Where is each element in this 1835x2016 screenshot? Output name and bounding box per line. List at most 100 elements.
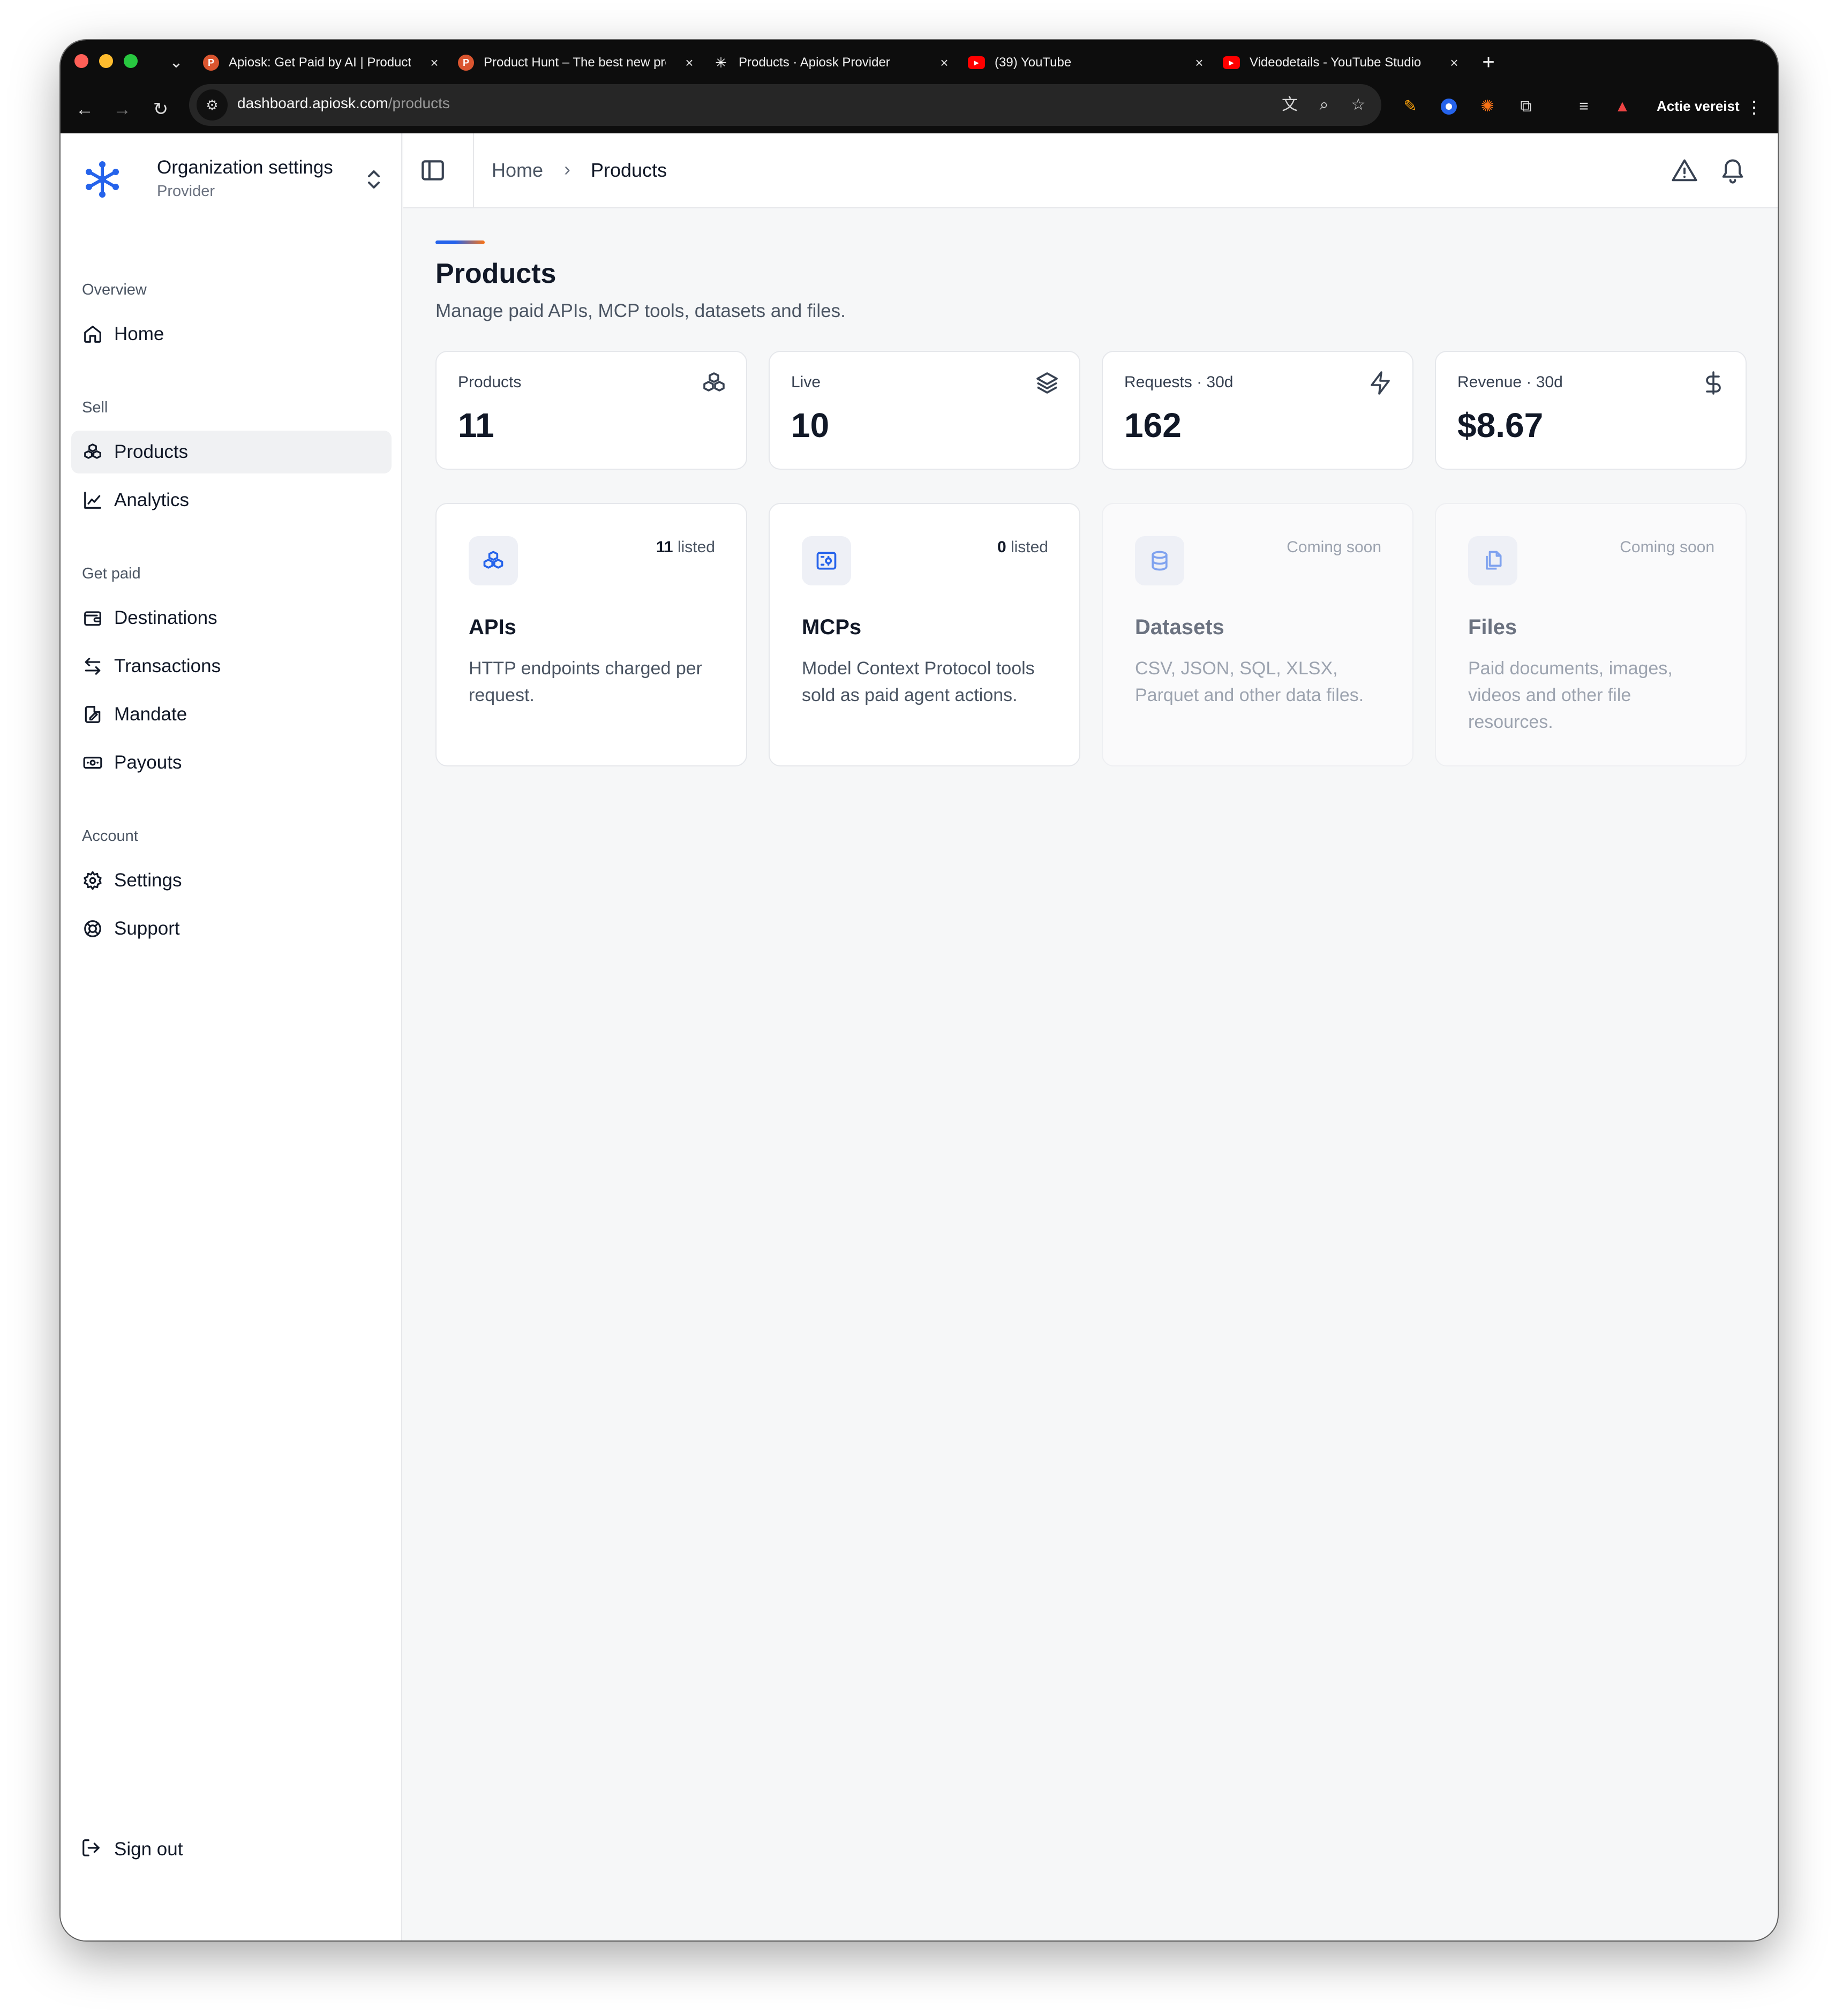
sidebar-item-analytics[interactable]: Analytics [71, 479, 392, 522]
sidebar-item-destinations[interactable]: Destinations [71, 597, 392, 640]
bookmark-star-icon[interactable]: ☆ [1345, 92, 1372, 118]
tab-close-icon[interactable]: × [680, 53, 699, 72]
tab-close-icon[interactable]: × [935, 53, 954, 72]
mcp-server-icon [802, 536, 851, 585]
pen-extension-icon[interactable]: ✎ [1398, 95, 1422, 118]
sidebar-item-label: Home [114, 324, 164, 344]
reload-icon[interactable]: ↻ [147, 96, 174, 123]
tab-bar: ⌄ P Apiosk: Get Paid by AI | Product Hun… [61, 40, 1778, 85]
home-icon [81, 322, 104, 346]
tab-close-icon[interactable]: × [1445, 53, 1464, 72]
media-control-icon[interactable]: ≡ [1572, 95, 1596, 118]
sidebar-item-payouts[interactable]: Payouts [71, 741, 392, 784]
stat-card-requests: Requests · 30d 162 [1102, 351, 1413, 470]
page-title: Products [435, 258, 556, 289]
tab-label: Videodetails - YouTube Studio [1250, 55, 1422, 70]
sidebar-item-home[interactable]: Home [71, 313, 392, 356]
arrows-left-right-icon [81, 655, 104, 678]
stat-card-live: Live 10 [769, 351, 1080, 470]
translate-icon[interactable]: 文 [1276, 92, 1303, 118]
category-description: Paid documents, images, videos and other… [1468, 658, 1673, 732]
top-header: Home › Products [403, 133, 1778, 208]
sidebar-item-transactions[interactable]: Transactions [71, 645, 392, 688]
window-controls [74, 54, 138, 68]
extensions-puzzle-icon[interactable]: ⧉ [1514, 95, 1538, 118]
stat-value: 162 [1124, 406, 1182, 445]
category-description: Model Context Protocol tools sold as pai… [802, 658, 1035, 705]
category-card-apis[interactable]: 11 listed APIs HTTP endpoints charged pe… [435, 503, 747, 766]
main-content: Products Manage paid APIs, MCP tools, da… [403, 209, 1778, 1940]
title-accent-bar [435, 240, 485, 244]
tab-search-button[interactable]: ⌄ [163, 50, 189, 76]
warning-triangle-icon[interactable] [1671, 157, 1698, 185]
sign-out-button[interactable]: Sign out [71, 1828, 392, 1871]
forward-arrow-icon[interactable]: → [109, 96, 136, 123]
url-host: dashboard.apiosk.com [237, 95, 388, 111]
browser-tab[interactable]: ▶ (39) YouTube × [968, 47, 1209, 79]
wallet-icon [81, 606, 104, 630]
gear-icon [81, 869, 104, 892]
stat-label: Live [791, 373, 821, 391]
profile-action-required[interactable]: Actie vereist [1657, 98, 1740, 115]
boxes-icon [701, 370, 727, 396]
browser-chrome: ⌄ P Apiosk: Get Paid by AI | Product Hun… [61, 40, 1778, 133]
minimize-window-button[interactable] [99, 54, 113, 68]
sidebar-toggle-icon[interactable] [419, 157, 446, 184]
stat-label: Products [458, 373, 522, 391]
youtube-icon: ▶ [1223, 56, 1240, 69]
coming-soon-badge: Coming soon [1620, 538, 1714, 556]
maximize-window-button[interactable] [124, 54, 138, 68]
sidebar-item-label: Products [114, 441, 189, 462]
coming-soon-badge: Coming soon [1287, 538, 1381, 556]
listed-count-suffix: listed [1006, 538, 1048, 556]
log-out-icon [81, 1838, 104, 1861]
url-path: /products [388, 95, 450, 111]
browser-tab[interactable]: P Apiosk: Get Paid by AI | Product Hunt … [203, 47, 444, 79]
browser-menu-icon[interactable]: ⋮ [1746, 94, 1763, 121]
youtube-icon: ▶ [968, 56, 985, 69]
browser-tab-active[interactable]: ✳ Products · Apiosk Provider × [713, 47, 954, 79]
category-title: MCPs [802, 615, 862, 639]
dollar-icon [1701, 370, 1726, 396]
bell-icon[interactable] [1719, 157, 1747, 185]
flame-extension-icon[interactable]: ▲ [1611, 95, 1634, 118]
category-card-datasets: Coming soon Datasets CSV, JSON, SQL, XLS… [1102, 503, 1413, 766]
circle-extension-icon[interactable] [1437, 95, 1461, 118]
chevrons-up-down-icon[interactable] [360, 164, 387, 194]
sidebar-item-products[interactable]: Products [71, 431, 392, 473]
zoom-icon[interactable]: ⌕ [1311, 92, 1337, 118]
site-info-icon[interactable]: ⚙ [197, 89, 228, 121]
page-description: Manage paid APIs, MCP tools, datasets an… [435, 300, 846, 321]
file-signature-icon [81, 703, 104, 726]
stat-card-products: Products 11 [435, 351, 747, 470]
stat-value: $8.67 [1457, 406, 1544, 445]
stat-card-revenue: Revenue · 30d $8.67 [1435, 351, 1747, 470]
tab-close-icon[interactable]: × [425, 53, 444, 72]
category-title: Datasets [1135, 615, 1224, 639]
browser-tab[interactable]: P Product Hunt – The best new products × [458, 47, 699, 79]
tab-label: Apiosk: Get Paid by AI | Product Hunt [229, 55, 411, 70]
stat-value: 11 [458, 406, 494, 445]
listed-count-value: 11 [656, 538, 673, 556]
section-sell: Sell [82, 399, 108, 416]
zap-icon [1367, 370, 1393, 396]
life-buoy-icon [81, 917, 104, 941]
sidebar-item-mandate[interactable]: Mandate [71, 693, 392, 736]
tab-close-icon[interactable]: × [1190, 53, 1209, 72]
listed-count: 11 listed [656, 538, 715, 556]
close-window-button[interactable] [74, 54, 88, 68]
breadcrumb-home[interactable]: Home [492, 159, 543, 182]
new-tab-button[interactable]: + [1475, 49, 1502, 77]
browser-tab[interactable]: ▶ Videodetails - YouTube Studio × [1223, 47, 1464, 79]
back-arrow-icon[interactable]: ← [71, 96, 98, 123]
url-text[interactable]: dashboard.apiosk.com/products [237, 95, 450, 112]
sidebar-item-support[interactable]: Support [71, 907, 392, 950]
category-card-mcps[interactable]: 0 listed MCPs Model Context Protocol too… [769, 503, 1080, 766]
category-title: Files [1468, 615, 1517, 639]
sidebar-item-settings[interactable]: Settings [71, 859, 392, 902]
tab-label: (39) YouTube [995, 55, 1072, 70]
org-switcher[interactable]: Organization settings Provider [82, 153, 382, 206]
fox-extension-icon[interactable]: ✺ [1476, 95, 1499, 118]
address-bar[interactable]: ⚙ dashboard.apiosk.com/products 文 ⌕ ☆ [189, 84, 1381, 126]
section-get-paid: Get paid [82, 565, 141, 582]
